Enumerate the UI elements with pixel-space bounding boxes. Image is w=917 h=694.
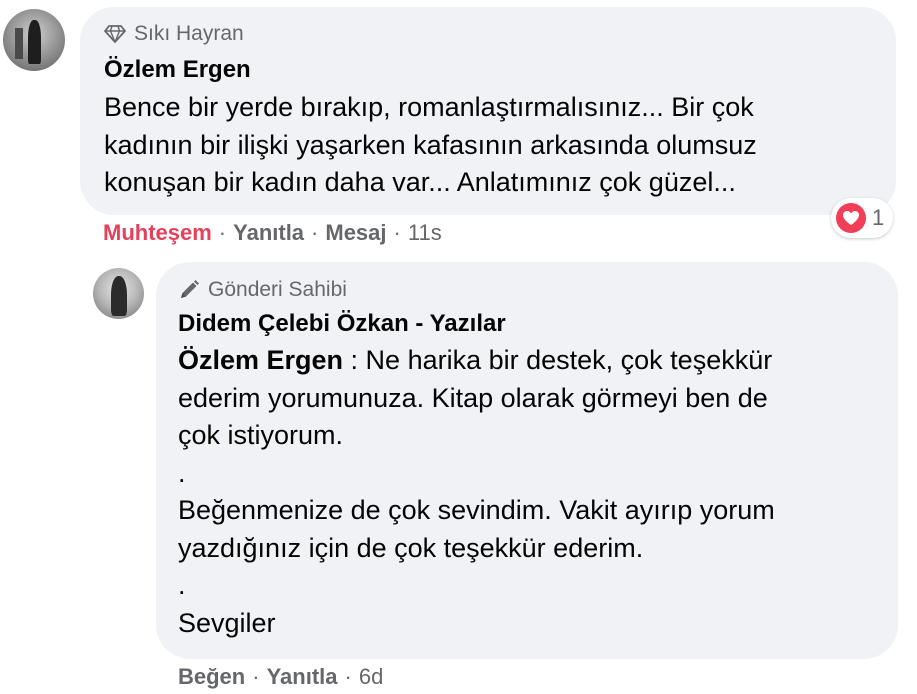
message-button[interactable]: Mesaj bbox=[325, 220, 386, 246]
comment-text-line: Bence bir yerde bırakıp, romanlaştırmalı… bbox=[104, 92, 754, 122]
reply-text-line: çok istiyorum. bbox=[178, 420, 344, 450]
author-badge: Gönderi Sahibi bbox=[178, 278, 347, 302]
commenter-avatar[interactable] bbox=[3, 9, 65, 71]
separator: · bbox=[252, 664, 260, 689]
reply-text-line: Özlem Ergen : Ne harika bir destek, çok … bbox=[178, 342, 888, 380]
avatar-photo-detail bbox=[15, 27, 23, 59]
page-avatar[interactable] bbox=[93, 268, 144, 319]
pen-icon bbox=[178, 279, 200, 301]
reply-button[interactable]: Yanıtla bbox=[267, 664, 338, 690]
comment-timestamp[interactable]: 11s bbox=[408, 220, 442, 246]
fan-badge: Sıkı Hayran bbox=[104, 22, 244, 46]
reply-text: Özlem Ergen : Ne harika bir destek, çok … bbox=[178, 342, 888, 642]
reply-text-line: . bbox=[178, 570, 186, 600]
comment-actions: Muhteşem · Yanıtla · Mesaj · 11s bbox=[103, 220, 442, 246]
like-button[interactable]: Beğen bbox=[178, 664, 245, 690]
reply-text-line: Beğenmenize de çok sevindim. Vakit ayırı… bbox=[178, 495, 775, 525]
reaction-summary[interactable]: 1 bbox=[831, 198, 893, 238]
mention-link[interactable]: Özlem Ergen bbox=[178, 345, 343, 375]
comment-text: Bence bir yerde bırakıp, romanlaştırmalı… bbox=[104, 89, 884, 202]
comment-text-line: konuşan bir kadın daha var... Anlatımını… bbox=[104, 167, 736, 197]
reply-text-segment: : Ne harika bir destek, çok teşekkür bbox=[343, 345, 773, 375]
reaction-button[interactable]: Muhteşem bbox=[103, 220, 212, 246]
separator: · bbox=[311, 220, 319, 245]
fan-badge-label: Sıkı Hayran bbox=[134, 22, 244, 45]
separator: · bbox=[218, 220, 227, 245]
reply-text-line: Sevgiler bbox=[178, 607, 276, 638]
separator: · bbox=[393, 220, 401, 245]
separator: · bbox=[344, 664, 352, 689]
reply-text-line: . bbox=[178, 457, 186, 488]
reply-text-line: ederim yorumunuza. Kitap olarak görmeyi … bbox=[178, 382, 768, 413]
reply-actions: Beğen · Yanıtla · 6d bbox=[178, 664, 383, 690]
heart-icon bbox=[836, 203, 866, 233]
reply-text-line: yazdığınız için de çok teşekkür ederim. bbox=[178, 532, 644, 563]
diamond-icon bbox=[104, 24, 126, 44]
comment-text-line: kadının bir ilişki yaşarken kafasının ar… bbox=[104, 129, 757, 160]
avatar-photo-figure bbox=[27, 20, 42, 64]
reaction-count: 1 bbox=[872, 205, 885, 230]
avatar-photo-figure bbox=[110, 275, 128, 317]
reply-timestamp[interactable]: 6d bbox=[359, 664, 383, 690]
reply-button[interactable]: Yanıtla bbox=[233, 220, 304, 246]
author-badge-label: Gönderi Sahibi bbox=[208, 278, 347, 301]
reply-author[interactable]: Didem Çelebi Özkan - Yazılar bbox=[178, 310, 506, 338]
comment-author[interactable]: Özlem Ergen bbox=[104, 56, 251, 84]
